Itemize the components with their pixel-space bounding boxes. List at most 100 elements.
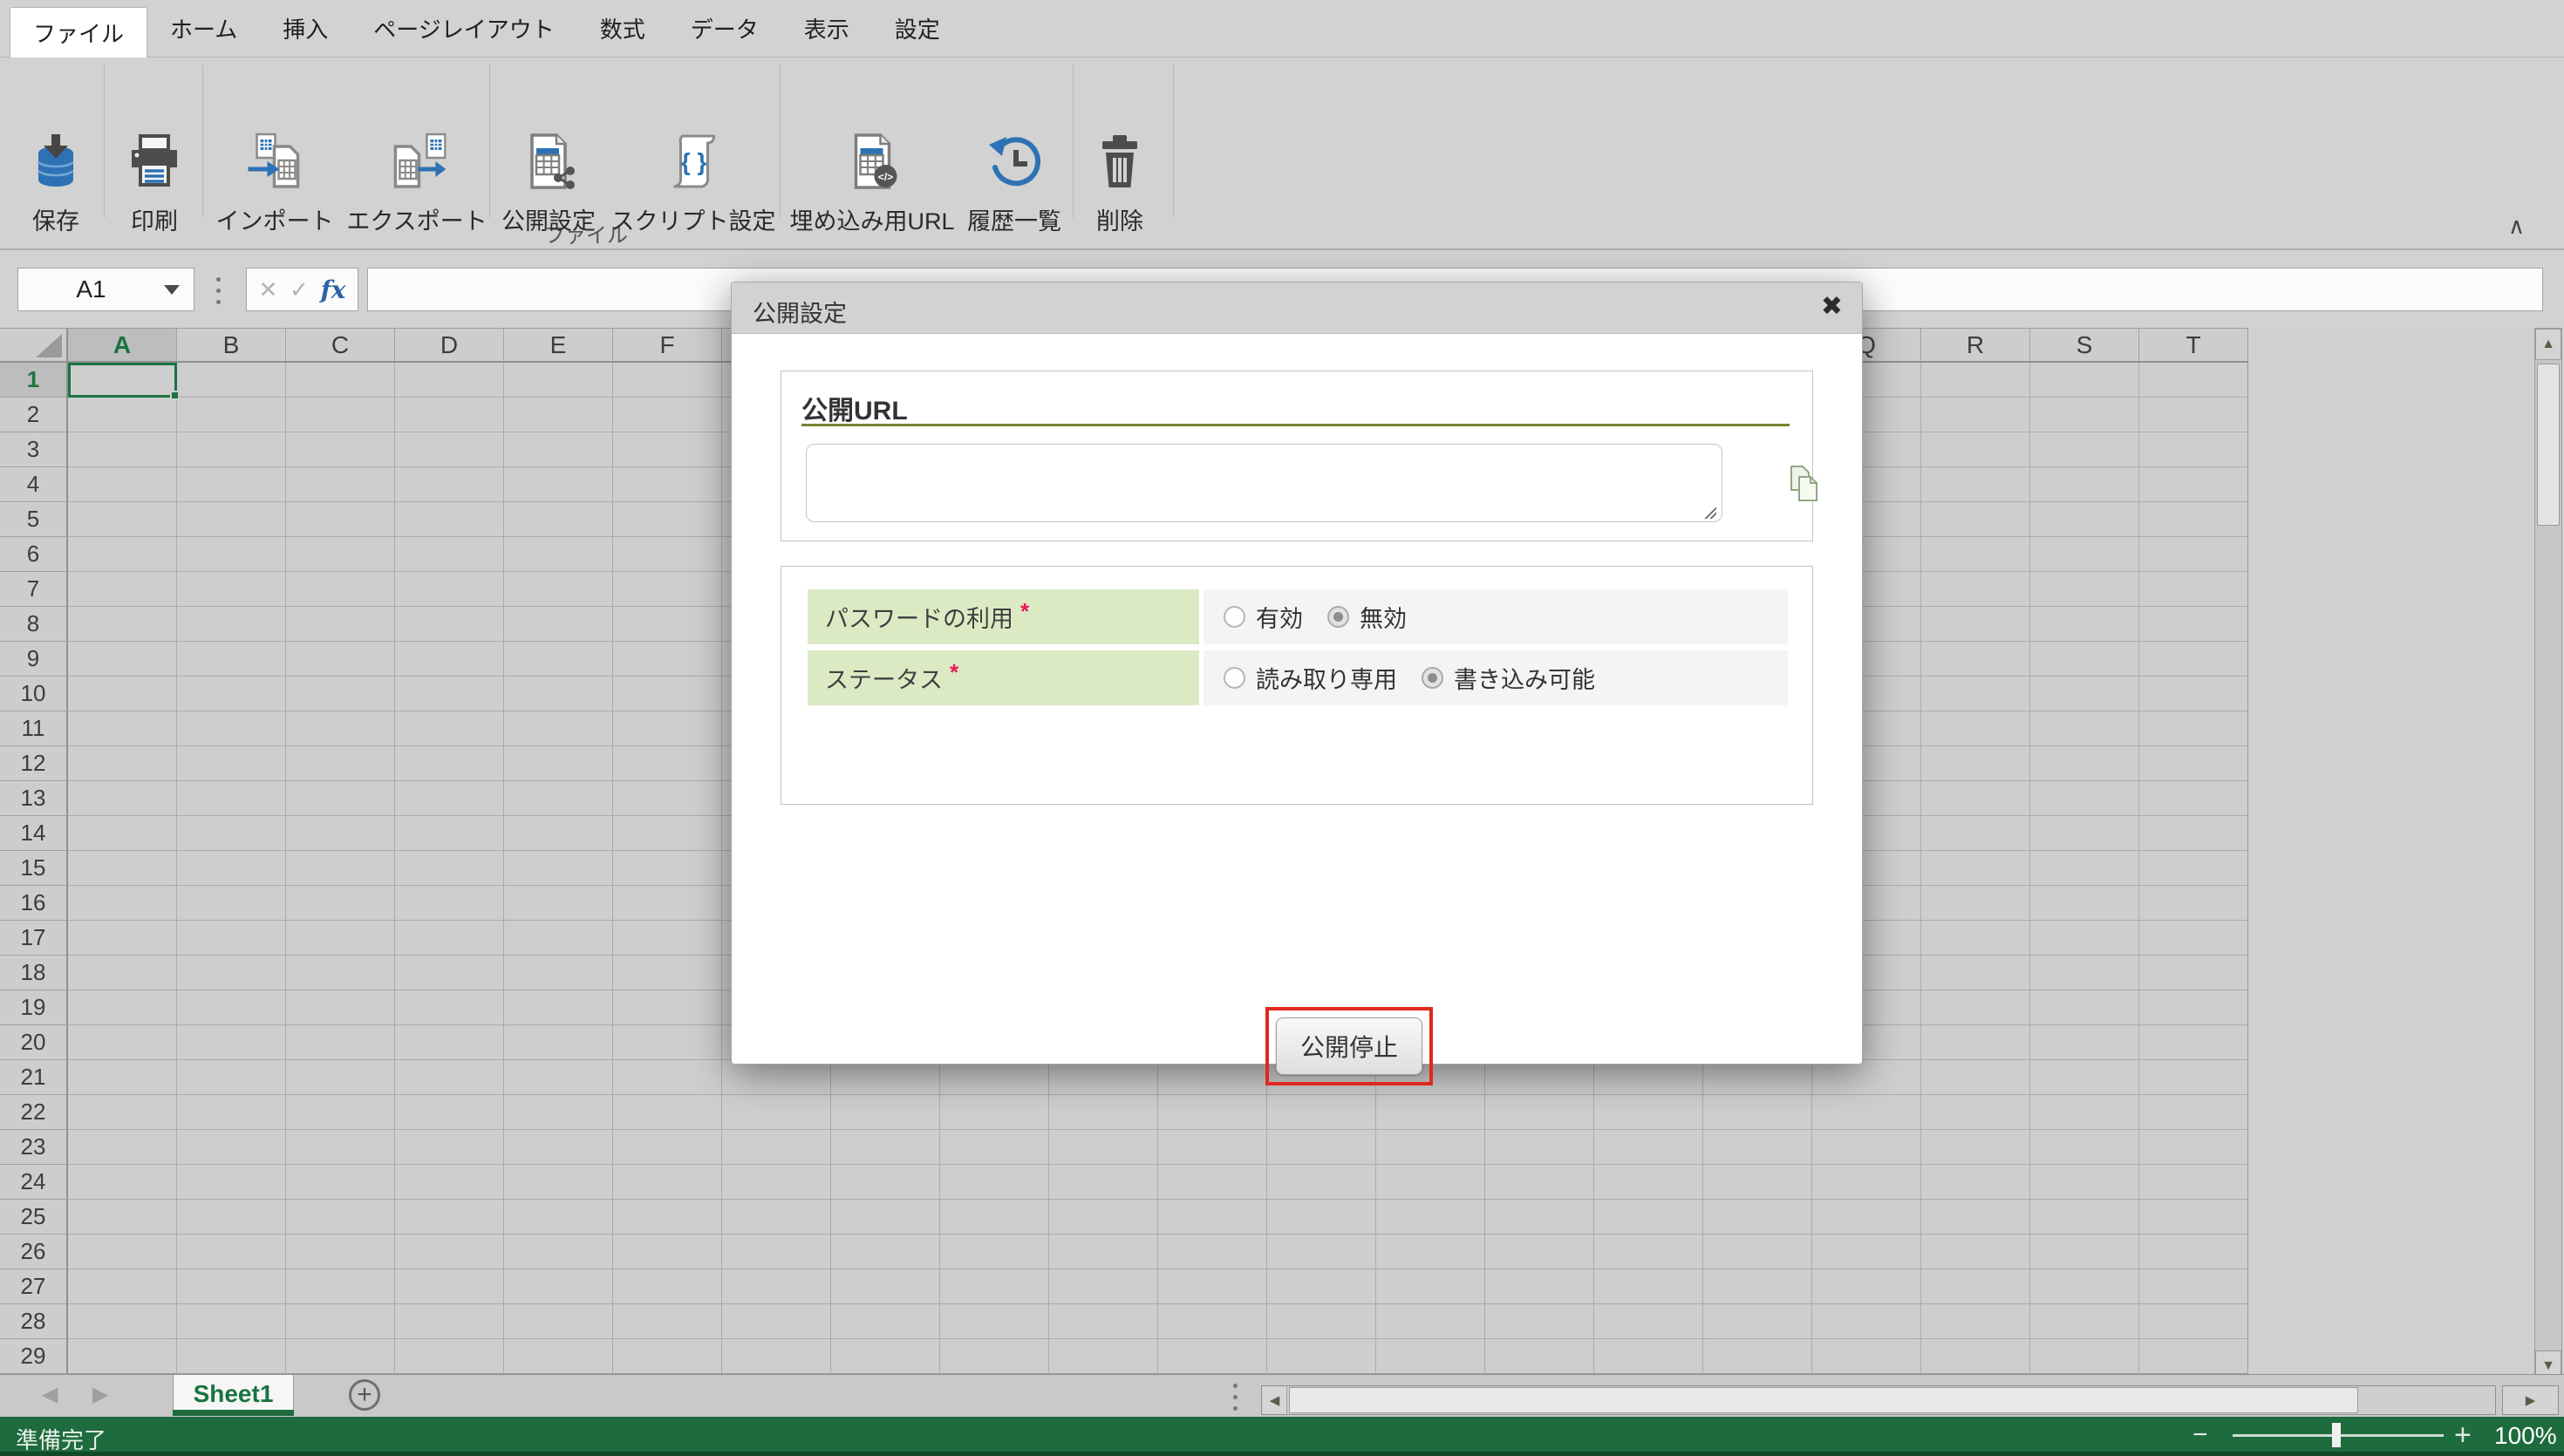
horizontal-scrollbar[interactable]: ◀ — [1261, 1385, 2496, 1415]
radio-unselected[interactable] — [1224, 667, 1245, 689]
menu-tab-1[interactable]: ファイル — [10, 7, 147, 58]
column-header-t[interactable]: T — [2139, 328, 2248, 363]
zoom-level[interactable]: 100% — [2494, 1422, 2557, 1450]
select-all-corner[interactable] — [0, 328, 68, 363]
row-header-9[interactable]: 9 — [0, 642, 68, 677]
selected-cell-a1[interactable] — [68, 363, 177, 398]
row-header-15[interactable]: 15 — [0, 851, 68, 886]
svg-text:</>: </> — [877, 171, 892, 183]
column-header-e[interactable]: E — [504, 328, 613, 363]
row-header-2[interactable]: 2 — [0, 398, 68, 432]
sheet-tab-sheet1[interactable]: Sheet1 — [173, 1375, 294, 1413]
row-header-22[interactable]: 22 — [0, 1095, 68, 1130]
row-header-13[interactable]: 13 — [0, 781, 68, 816]
function-icon[interactable]: fx — [321, 276, 346, 304]
zoom-out-icon[interactable]: − — [2192, 1420, 2208, 1450]
row-header-26[interactable]: 26 — [0, 1235, 68, 1269]
dialog-title: 公開設定 — [753, 295, 847, 329]
zoom-in-icon[interactable]: + — [2454, 1419, 2472, 1453]
ribbon-button-publish-settings[interactable]: 公開設定 — [501, 133, 596, 236]
fill-handle[interactable] — [170, 391, 180, 400]
annotation-highlight-box: 公開停止 — [1265, 1007, 1433, 1085]
row-header-20[interactable]: 20 — [0, 1025, 68, 1060]
ribbon-button-print[interactable]: 印刷 — [126, 133, 183, 236]
vertical-scrollbar[interactable]: ▲ ▼ — [2534, 328, 2562, 1383]
active-sheet-indicator — [173, 1410, 294, 1416]
row-header-6[interactable]: 6 — [0, 537, 68, 572]
menu-tab-7[interactable]: 表示 — [781, 0, 872, 57]
sheetbar-grip-icon[interactable] — [1233, 1384, 1238, 1411]
stop-publish-button[interactable]: 公開停止 — [1276, 1017, 1422, 1075]
row-header-25[interactable]: 25 — [0, 1200, 68, 1235]
row-header-14[interactable]: 14 — [0, 816, 68, 851]
menu-tab-4[interactable]: ページレイアウト — [351, 0, 576, 57]
row-header-8[interactable]: 8 — [0, 607, 68, 642]
next-sheet-icon[interactable]: ▶ — [92, 1382, 108, 1407]
prev-sheet-icon[interactable]: ◀ — [42, 1382, 58, 1407]
menu-tab-2[interactable]: ホーム — [147, 0, 260, 57]
close-icon[interactable]: ✖ — [1821, 291, 1843, 322]
row-header-18[interactable]: 18 — [0, 956, 68, 990]
radio-selected[interactable] — [1422, 667, 1443, 689]
row-header-10[interactable]: 10 — [0, 677, 68, 711]
row-header-12[interactable]: 12 — [0, 746, 68, 781]
ribbon-button-export[interactable]: エクスポート — [346, 133, 487, 236]
required-mark: * — [1020, 598, 1029, 625]
ribbon-collapse-icon[interactable]: ∧ — [2508, 213, 2525, 240]
menu-tab-8[interactable]: 設定 — [872, 0, 963, 57]
radio-option-label: 書き込み可能 — [1454, 661, 1595, 695]
ribbon-button-delete[interactable]: 削除 — [1091, 133, 1149, 236]
ribbon-button-history[interactable]: 履歴一覧 — [967, 133, 1061, 236]
row-header-5[interactable]: 5 — [0, 502, 68, 537]
scroll-left-icon[interactable]: ◀ — [1263, 1387, 1287, 1413]
ribbon-separator — [1073, 65, 1074, 218]
menu-tab-6[interactable]: データ — [668, 0, 781, 57]
confirm-icon[interactable]: ✓ — [290, 276, 309, 303]
scroll-up-icon[interactable]: ▲ — [2535, 329, 2561, 360]
row-header-23[interactable]: 23 — [0, 1130, 68, 1165]
public-url-textarea[interactable] — [806, 444, 1722, 522]
radio-unselected[interactable] — [1224, 606, 1245, 628]
row-header-4[interactable]: 4 — [0, 467, 68, 502]
column-header-d[interactable]: D — [395, 328, 504, 363]
row-header-17[interactable]: 17 — [0, 921, 68, 956]
row-header-24[interactable]: 24 — [0, 1165, 68, 1200]
name-box-dropdown-icon[interactable] — [164, 285, 180, 295]
row-header-28[interactable]: 28 — [0, 1304, 68, 1339]
vertical-scrollbar-thumb[interactable] — [2537, 364, 2560, 526]
column-header-b[interactable]: B — [177, 328, 286, 363]
menu-tab-3[interactable]: 挿入 — [260, 0, 351, 57]
copy-icon[interactable] — [1789, 466, 1820, 502]
ribbon-button-save[interactable]: 保存 — [27, 133, 85, 236]
sheet-tab-bar: ◀ ▶ Sheet1 + ◀ ▶ — [0, 1374, 2564, 1417]
column-header-f[interactable]: F — [613, 328, 722, 363]
row-header-7[interactable]: 7 — [0, 572, 68, 607]
scroll-right-icon[interactable]: ▶ — [2502, 1385, 2559, 1415]
cancel-icon[interactable]: ✕ — [259, 276, 278, 303]
row-header-29[interactable]: 29 — [0, 1339, 68, 1374]
radio-selected[interactable] — [1327, 606, 1349, 628]
row-header-27[interactable]: 27 — [0, 1269, 68, 1304]
row-header-3[interactable]: 3 — [0, 432, 68, 467]
row-header-16[interactable]: 16 — [0, 886, 68, 921]
row-header-21[interactable]: 21 — [0, 1060, 68, 1095]
ribbon-button-import[interactable]: インポート — [216, 133, 334, 236]
row-header-19[interactable]: 19 — [0, 990, 68, 1025]
name-box[interactable]: A1 — [17, 268, 194, 311]
menu-tab-5[interactable]: 数式 — [577, 0, 668, 57]
formula-bar-grip-icon[interactable] — [216, 277, 221, 304]
zoom-slider-thumb[interactable] — [2332, 1423, 2341, 1447]
column-header-s[interactable]: S — [2030, 328, 2139, 363]
column-header-c[interactable]: C — [286, 328, 395, 363]
ribbon-button-script-settings[interactable]: { }スクリプト設定 — [611, 133, 776, 236]
textarea-resize-icon[interactable] — [1702, 507, 1716, 519]
add-sheet-icon[interactable]: + — [349, 1379, 380, 1411]
settings-row-2: ステータス*読み取り専用書き込み可能 — [808, 650, 1788, 705]
column-header-r[interactable]: R — [1921, 328, 2030, 363]
horizontal-scrollbar-thumb[interactable] — [1289, 1387, 2358, 1413]
column-header-a[interactable]: A — [68, 328, 177, 363]
row-header-11[interactable]: 11 — [0, 711, 68, 746]
ribbon-button-embed-url[interactable]: </>埋め込み用URL — [789, 133, 954, 236]
row-header-1[interactable]: 1 — [0, 363, 68, 398]
heading-underline — [801, 424, 1790, 426]
